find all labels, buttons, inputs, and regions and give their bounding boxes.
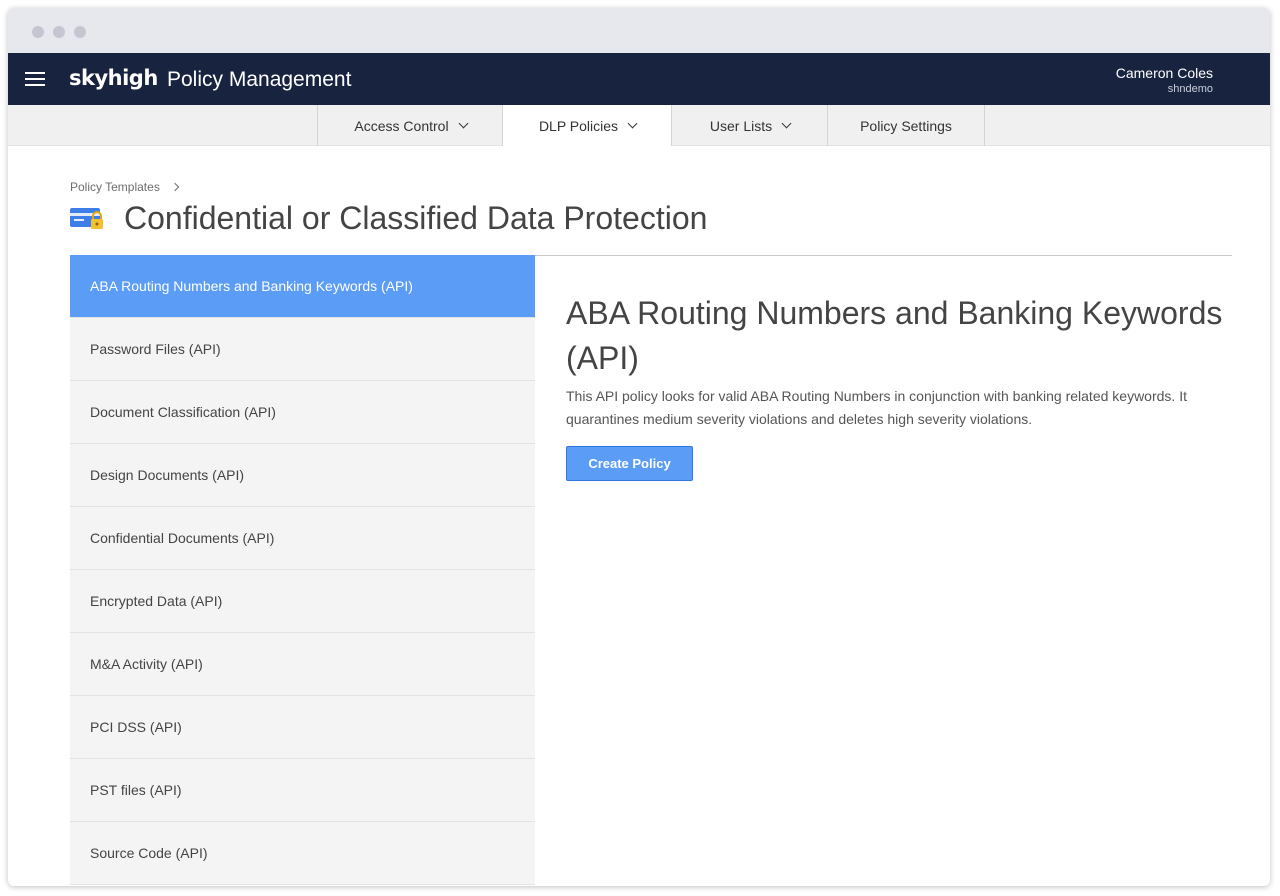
window-maximize-dot[interactable] xyxy=(74,26,86,38)
nav-dlp-policies-label: DLP Policies xyxy=(538,117,619,134)
app-title: Policy Management xyxy=(167,68,352,91)
policy-detail-title: ABA Routing Numbers and Banking Keywords… xyxy=(566,295,1223,376)
hamburger-menu-icon[interactable] xyxy=(25,72,45,86)
list-item[interactable]: Encrypted Data (API) xyxy=(70,570,535,633)
list-item[interactable]: Password Files (API) xyxy=(70,318,535,381)
credit-card-lock-icon xyxy=(70,208,103,229)
chevron-down-icon xyxy=(458,118,469,129)
list-item-label: Source Code (API) xyxy=(90,845,208,861)
list-item[interactable]: M&A Activity (API) xyxy=(70,633,535,696)
policy-template-list: ABA Routing Numbers and Banking Keywords… xyxy=(70,255,535,886)
top-bar: skyhigh Policy Management Cameron Coles … xyxy=(8,53,1270,105)
list-item[interactable]: Confidential Documents (API) xyxy=(70,507,535,570)
chevron-right-icon xyxy=(170,182,180,192)
list-item[interactable]: PCI DSS (API) xyxy=(70,696,535,759)
nav-dlp-policies[interactable]: DLP Policies xyxy=(502,105,672,146)
list-item[interactable]: Design Documents (API) xyxy=(70,444,535,507)
list-item-label: Document Classification (API) xyxy=(90,404,276,420)
page-title: Confidential or Classified Data Protecti… xyxy=(124,200,708,236)
user-account[interactable]: Cameron Coles shndemo xyxy=(1116,65,1213,95)
window-minimize-dot[interactable] xyxy=(53,26,65,38)
policy-detail-description: This API policy looks for valid ABA Rout… xyxy=(566,388,1187,427)
nav-access-control-label: Access Control xyxy=(354,117,449,134)
nav-user-lists[interactable]: User Lists xyxy=(671,105,828,146)
header-divider xyxy=(535,255,1232,256)
list-item-label: Confidential Documents (API) xyxy=(90,530,275,546)
browser-window: skyhigh Policy Management Cameron Coles … xyxy=(8,8,1270,886)
list-item[interactable]: ABA Routing Numbers and Banking Keywords… xyxy=(70,255,535,318)
list-item-label: PST files (API) xyxy=(90,782,182,798)
list-item[interactable]: Source Code (API) xyxy=(70,822,535,885)
user-org: shndemo xyxy=(1167,83,1213,95)
window-close-dot[interactable] xyxy=(32,26,44,38)
nav-policy-settings[interactable]: Policy Settings xyxy=(827,105,985,146)
window-chrome xyxy=(8,8,1270,53)
list-item-label: Password Files (API) xyxy=(90,341,221,357)
sub-navigation: Access Control DLP Policies User Lists P… xyxy=(8,105,1270,146)
chevron-down-icon xyxy=(627,118,638,129)
list-item-label: Encrypted Data (API) xyxy=(90,593,223,609)
list-item-label: ABA Routing Numbers and Banking Keywords… xyxy=(90,278,413,294)
breadcrumb: Policy Templates xyxy=(70,180,180,194)
nav-policy-settings-label: Policy Settings xyxy=(860,117,952,134)
chevron-down-icon xyxy=(781,118,792,129)
breadcrumb-policy-templates[interactable]: Policy Templates xyxy=(70,180,160,194)
skyhigh-logo[interactable]: skyhigh xyxy=(69,66,158,90)
nav-user-lists-label: User Lists xyxy=(709,117,773,134)
create-policy-button[interactable]: Create Policy xyxy=(566,446,693,481)
user-name: Cameron Coles xyxy=(1115,65,1213,81)
nav-access-control[interactable]: Access Control xyxy=(317,105,503,146)
list-item-label: PCI DSS (API) xyxy=(90,719,182,735)
list-item-label: Design Documents (API) xyxy=(90,467,245,483)
list-item[interactable]: Document Classification (API) xyxy=(70,381,535,444)
list-item[interactable]: PST files (API) xyxy=(70,759,535,822)
list-item-label: M&A Activity (API) xyxy=(90,656,203,672)
